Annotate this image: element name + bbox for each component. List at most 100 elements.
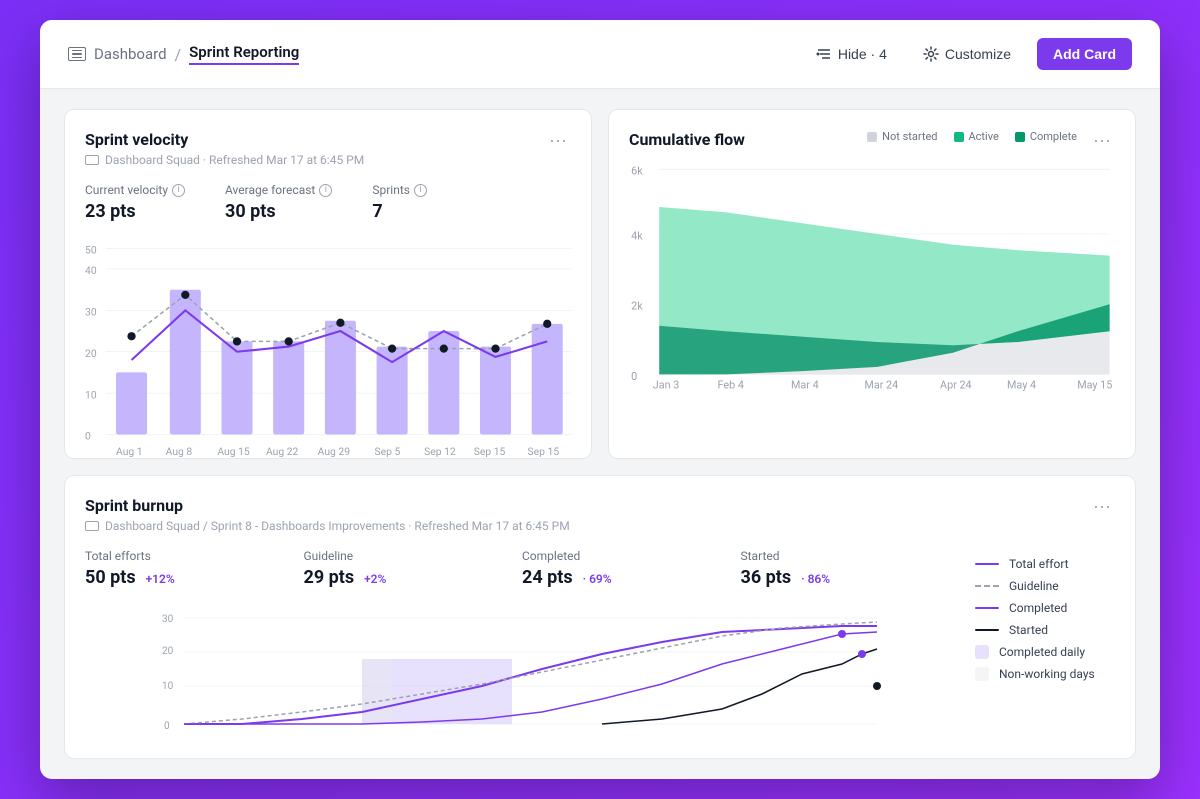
velocity-menu-button[interactable]: ··· [545, 130, 571, 151]
forecast-dot-1 [181, 291, 189, 299]
cumulative-legend: Not started Active Complete [867, 130, 1077, 143]
hide-label: Hide · 4 [838, 46, 887, 62]
svg-text:Aug 15: Aug 15 [217, 445, 250, 458]
svg-text:Feb 4: Feb 4 [718, 378, 744, 391]
legend-label-completed-daily: Completed daily [999, 645, 1085, 659]
legend-label-complete: Complete [1030, 130, 1077, 143]
stat-started-label: Started [741, 549, 960, 563]
cumulative-menu-button[interactable]: ··· [1089, 130, 1115, 151]
breadcrumb-dashboard[interactable]: Dashboard [94, 45, 167, 63]
info-icon-0: i [172, 184, 185, 197]
avg-forecast-label: Average forecast i [225, 183, 332, 197]
burnup-menu-button[interactable]: ··· [1089, 496, 1115, 517]
forecast-dot-8 [543, 320, 551, 328]
legend-started: Started [975, 623, 1115, 637]
content: Sprint velocity Dashboard Squad · Refres… [40, 89, 1160, 779]
stat-total-efforts-label: Total efforts [85, 549, 304, 563]
cumulative-title: Cumulative flow [629, 130, 745, 149]
burnup-subtitle-text: Dashboard Squad / Sprint 8 - Dashboards … [105, 519, 570, 533]
svg-text:40: 40 [85, 264, 97, 277]
svg-text:50: 50 [85, 244, 97, 257]
svg-text:Apr 24: Apr 24 [940, 378, 972, 391]
burnup-chart-area: Total efforts 50 pts +12% Guideline 29 p… [85, 549, 959, 738]
legend-label-completed: Completed [1009, 601, 1067, 615]
legend-label-active: Active [969, 130, 999, 143]
legend-guideline: Guideline [975, 579, 1115, 593]
svg-text:0: 0 [164, 721, 170, 732]
sprints-metric: Sprints i 7 [372, 183, 427, 222]
svg-text:Aug 22: Aug 22 [266, 445, 299, 458]
legend-line-guideline [975, 585, 999, 587]
svg-text:Sep 15: Sep 15 [474, 445, 506, 458]
stat-completed: Completed 24 pts · 69% [522, 549, 741, 588]
stat-guideline-change: +2% [364, 572, 386, 586]
legend-line-started [975, 629, 999, 631]
velocity-chart-area: 0 10 20 30 40 50 [85, 238, 571, 438]
velocity-title: Sprint velocity [85, 130, 364, 149]
dot-completed-1 [838, 630, 846, 638]
legend-total-effort: Total effort [975, 557, 1115, 571]
legend-completed: Completed [975, 601, 1115, 615]
completed-line [184, 632, 877, 724]
bar-0 [116, 372, 147, 434]
svg-text:Mar 24: Mar 24 [864, 378, 898, 391]
forecast-dot-4 [336, 319, 344, 327]
gear-icon [923, 46, 939, 62]
legend-dot-not-started [867, 132, 877, 142]
legend-completed-daily: Completed daily [975, 645, 1115, 659]
legend-dot-complete [1015, 132, 1025, 142]
svg-text:2k: 2k [631, 300, 643, 313]
forecast-dot-0 [127, 332, 135, 340]
hide-icon [816, 46, 832, 62]
velocity-chart: 0 10 20 30 40 50 [85, 238, 571, 445]
svg-text:Sep 15: Sep 15 [528, 445, 560, 458]
info-icon-2: i [414, 184, 427, 197]
add-card-button[interactable]: Add Card [1037, 38, 1132, 70]
svg-text:10: 10 [162, 681, 174, 692]
cumulative-chart-area: 0 2k 4k 6k [629, 153, 1115, 373]
svg-text:Sep 12: Sep 12 [424, 445, 456, 458]
current-velocity-label: Current velocity i [85, 183, 185, 197]
customize-button[interactable]: Customize [913, 40, 1021, 68]
squad-icon [85, 155, 99, 165]
svg-text:4k: 4k [631, 229, 643, 242]
forecast-dot-2 [233, 337, 241, 345]
stat-guideline-value: 29 pts [304, 567, 355, 588]
metrics-row: Current velocity i 23 pts Average foreca… [85, 183, 571, 222]
svg-text:Aug 8: Aug 8 [166, 445, 193, 458]
legend-active: Active [954, 130, 999, 143]
legend-label-guideline: Guideline [1009, 579, 1059, 593]
stat-completed-value: 24 pts [522, 567, 573, 588]
cumulative-card: Cumulative flow Not started Active [608, 109, 1136, 459]
info-icon-1: i [319, 184, 332, 197]
svg-text:Mar 4: Mar 4 [791, 378, 819, 391]
velocity-subtitle: Dashboard Squad · Refreshed Mar 17 at 6:… [85, 153, 364, 167]
legend-label-not-started: Not started [882, 130, 937, 143]
legend-nonworking: Non-working days [975, 667, 1115, 681]
stat-completed-label: Completed [522, 549, 741, 563]
avg-forecast-metric: Average forecast i 30 pts [225, 183, 332, 222]
dot-started-1 [858, 650, 866, 658]
legend-box-nonworking [975, 667, 989, 681]
top-row: Sprint velocity Dashboard Squad · Refres… [64, 109, 1136, 459]
legend-not-started: Not started [867, 130, 937, 143]
svg-text:0: 0 [85, 430, 91, 443]
burnup-chart: 0 10 20 30 [85, 604, 959, 734]
breadcrumb: Dashboard / Sprint Reporting [68, 43, 299, 65]
nonworking-1 [362, 659, 392, 724]
main-container: Dashboard / Sprint Reporting Hide · 4 C [40, 20, 1160, 779]
stat-total-efforts-value: 50 pts [85, 567, 136, 588]
svg-text:Jan 3: Jan 3 [653, 378, 680, 391]
burnup-squad-icon [85, 521, 99, 531]
forecast-dot-3 [285, 337, 293, 345]
burnup-card: Sprint burnup Dashboard Squad / Sprint 8… [64, 475, 1136, 759]
legend-line-total [975, 563, 999, 565]
cumulative-chart: 0 2k 4k 6k [629, 153, 1115, 391]
burnup-legend: Total effort Guideline Completed Started [975, 549, 1115, 738]
hide-button[interactable]: Hide · 4 [806, 40, 897, 68]
svg-text:30: 30 [85, 306, 97, 319]
burnup-row: Total efforts 50 pts +12% Guideline 29 p… [85, 549, 1115, 738]
legend-dot-active [954, 132, 964, 142]
bar-2 [221, 341, 252, 434]
legend-label-nonworking: Non-working days [999, 667, 1095, 681]
